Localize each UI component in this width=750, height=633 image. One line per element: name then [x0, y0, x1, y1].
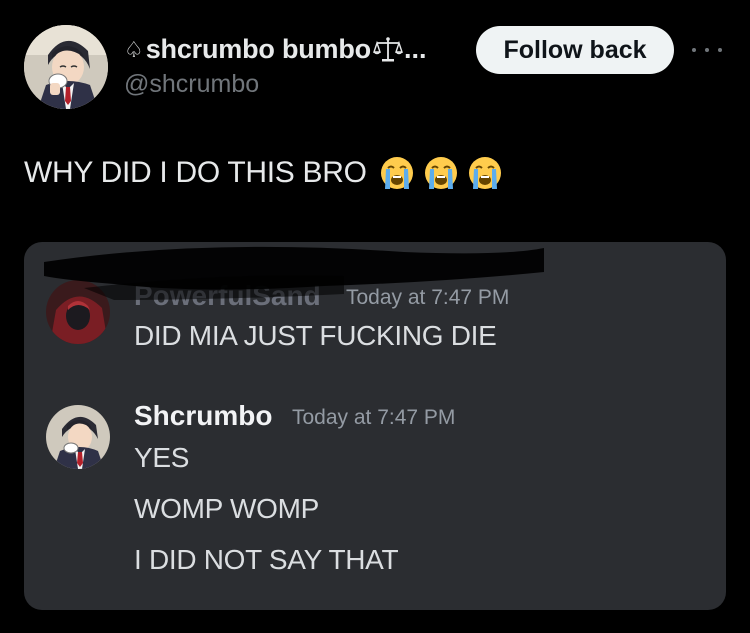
scales-icon: [372, 36, 403, 61]
message-author[interactable]: Shcrumbo: [134, 400, 272, 432]
message-avatar-shcrumbo: [46, 405, 110, 469]
message-text: I DID NOT SAY THAT: [134, 544, 399, 575]
tweet-view: ♤ shcrumbo bumbo ... @shcrumbo Follow ba…: [0, 0, 750, 633]
more-dots-icon[interactable]: [692, 35, 722, 65]
author-handle[interactable]: @shcrumbo: [124, 70, 259, 99]
spade-icon: ♤: [124, 36, 144, 62]
message-text: WOMP WOMP: [134, 493, 319, 524]
tweet-body: WHY DID I DO THIS BRO: [24, 156, 367, 189]
embedded-chat-screenshot[interactable]: PowerfulSand Today at 7:47 PM DID MIA JU…: [24, 242, 726, 610]
avatar-image: [24, 25, 108, 109]
loudly-crying-face-icon: [468, 157, 501, 189]
tweet-text: WHY DID I DO THIS BRO: [24, 155, 503, 191]
author-name-row[interactable]: ♤ shcrumbo bumbo ...: [124, 34, 426, 65]
message-timestamp: Today at 7:47 PM: [292, 406, 456, 429]
avatar[interactable]: [24, 25, 108, 109]
loudly-crying-face-icon: [380, 157, 413, 189]
name-truncation-ellipsis: ...: [403, 34, 427, 64]
redaction-scribble: [44, 246, 544, 300]
follow-back-button[interactable]: Follow back: [476, 26, 674, 74]
loudly-crying-face-icon: [424, 157, 457, 189]
author-display-name[interactable]: shcrumbo bumbo: [146, 34, 371, 65]
message-text: YES: [134, 442, 190, 473]
